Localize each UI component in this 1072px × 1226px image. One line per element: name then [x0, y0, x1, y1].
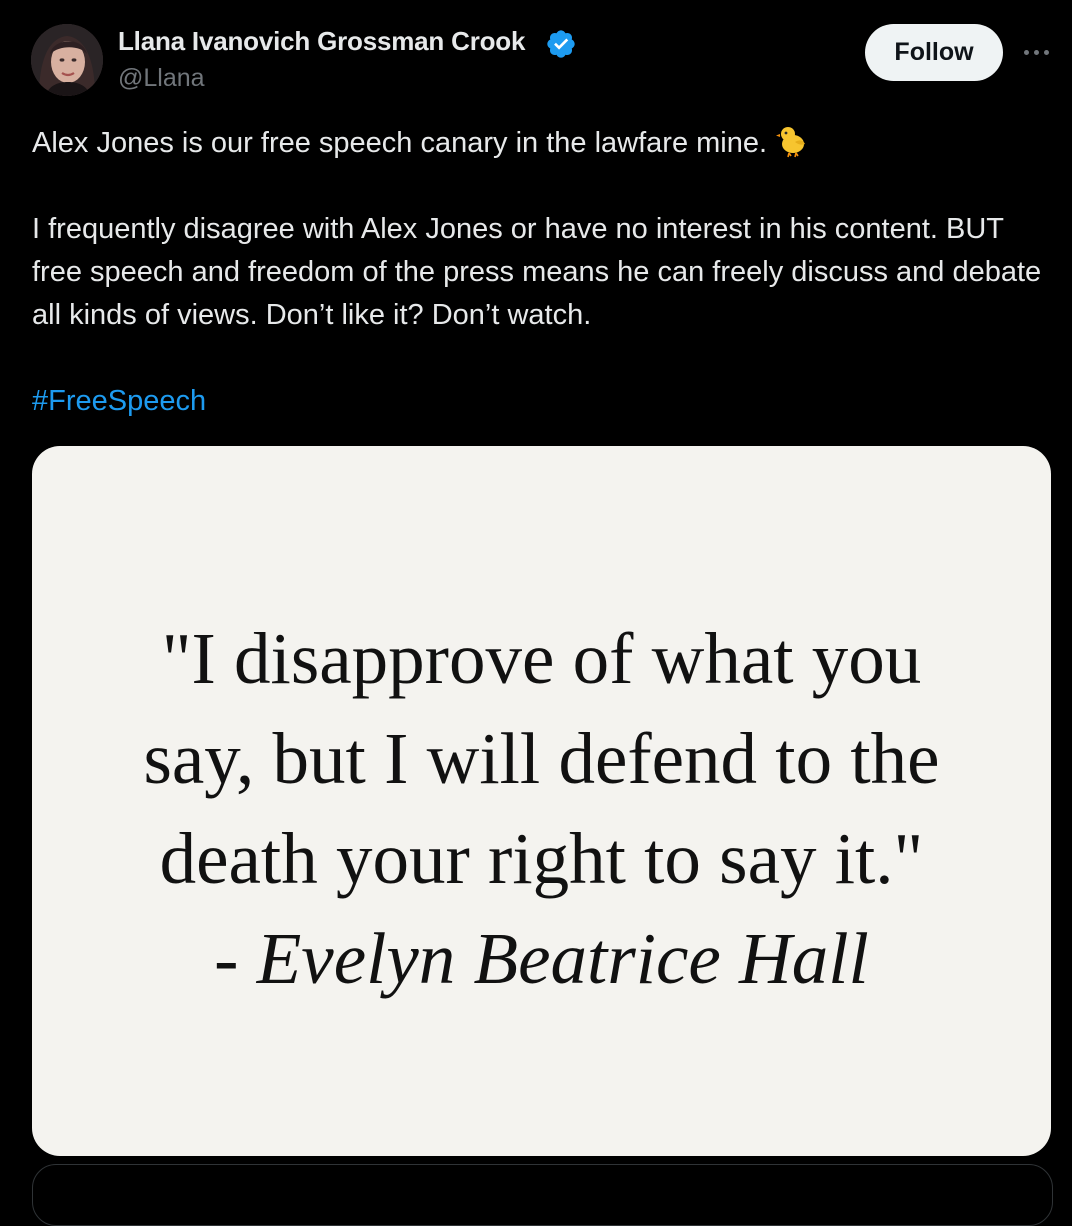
avatar-photo: [31, 24, 103, 96]
avatar[interactable]: [31, 24, 103, 96]
next-card-edge: [32, 1164, 1053, 1226]
quote-line: "I disapprove of what you: [161, 618, 922, 699]
chick-emoji-icon: [776, 127, 806, 158]
quote-image-text: "I disapprove of what you say, but I wil…: [32, 609, 1051, 1009]
tweet-line-1: Alex Jones is our free speech canary in …: [32, 122, 1042, 165]
author-display-name[interactable]: Llana Ivanovich Grossman Crook: [118, 26, 525, 57]
tweet-line-1-text: Alex Jones is our free speech canary in …: [32, 127, 768, 159]
more-options-icon[interactable]: [1016, 38, 1056, 66]
verified-badge-icon[interactable]: [545, 28, 577, 60]
follow-button[interactable]: Follow: [865, 24, 1003, 81]
hashtag-link[interactable]: #FreeSpeech: [32, 380, 1042, 423]
quote-line: death your right to say it.": [159, 818, 924, 899]
tweet-paragraph-2: I frequently disagree with Alex Jones or…: [32, 213, 1050, 331]
more-dot: [1023, 49, 1029, 55]
tweet-body: Alex Jones is our free speech canary in …: [32, 122, 1042, 423]
author-handle[interactable]: @Llana: [118, 64, 205, 93]
quote-line: say, but I will defend to the: [143, 718, 940, 799]
more-dot: [1033, 49, 1039, 55]
quote-attribution: - Evelyn Beatrice Hall: [214, 918, 869, 999]
more-dot: [1043, 49, 1049, 55]
tweet-image[interactable]: "I disapprove of what you say, but I wil…: [32, 446, 1051, 1156]
